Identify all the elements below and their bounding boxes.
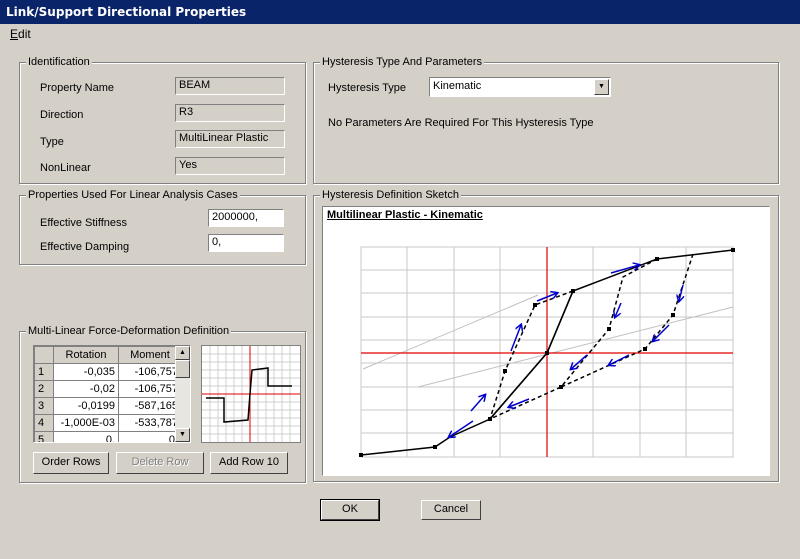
type-field: MultiLinear Plastic xyxy=(175,130,285,148)
table-row[interactable]: 4 -1,000E-03 -533,787 xyxy=(34,414,182,432)
scroll-thumb[interactable] xyxy=(175,360,190,378)
table-row[interactable]: 3 -0,0199 -587,165 xyxy=(34,397,182,415)
menu-bar: Edit xyxy=(0,24,800,44)
hysteresis-sketch-title: Hysteresis Definition Sketch xyxy=(320,189,461,201)
direction-field: R3 xyxy=(175,104,285,122)
effective-damping-input[interactable]: 0, xyxy=(208,234,284,252)
table-row[interactable]: 1 -0,035 -106,757 xyxy=(34,363,182,381)
hysteresis-type-group: Hysteresis Type And Parameters Hysteresi… xyxy=(313,56,779,184)
hysteresis-message: No Parameters Are Required For This Hyst… xyxy=(328,117,594,129)
ok-button[interactable]: OK xyxy=(320,499,380,521)
hysteresis-type-value: Kinematic xyxy=(433,80,482,92)
hysteresis-sketch-group: Hysteresis Definition Sketch Multilinear… xyxy=(313,189,779,482)
scroll-up-icon[interactable]: ▲ xyxy=(175,346,190,360)
chevron-down-icon[interactable]: ▼ xyxy=(594,79,609,95)
menu-edit[interactable]: Edit xyxy=(10,27,31,41)
direction-label: Direction xyxy=(40,109,84,121)
hysteresis-sketch-panel: Multilinear Plastic - Kinematic xyxy=(322,206,770,476)
effective-damping-label: Effective Damping xyxy=(40,241,130,253)
add-row-button[interactable]: Add Row 10 xyxy=(210,452,288,474)
nonlinear-field: Yes xyxy=(175,157,285,175)
effective-stiffness-label: Effective Stiffness xyxy=(40,217,128,229)
col-moment[interactable]: Moment xyxy=(118,346,182,364)
effective-stiffness-input[interactable]: 2000000, xyxy=(208,209,284,227)
hysteresis-type-title: Hysteresis Type And Parameters xyxy=(320,56,484,68)
identification-title: Identification xyxy=(26,56,92,68)
identification-group: Identification Property Name BEAM Direct… xyxy=(19,56,306,184)
delete-row-button[interactable]: Delete Row xyxy=(116,452,204,474)
linear-properties-group: Properties Used For Linear Analysis Case… xyxy=(19,189,306,265)
order-rows-button[interactable]: Order Rows xyxy=(33,452,109,474)
type-label: Type xyxy=(40,136,64,148)
col-rotation[interactable]: Rotation xyxy=(53,346,119,364)
property-name-label: Property Name xyxy=(40,82,114,94)
table-scrollbar[interactable]: ▲ ▼ xyxy=(175,346,190,442)
force-deformation-table: Rotation Moment 1 -0,035 -106,757 2 -0,02 -1… xyxy=(34,346,182,442)
cancel-button[interactable]: Cancel xyxy=(421,500,481,520)
property-name-field: BEAM xyxy=(175,77,285,95)
table-row[interactable]: 5 0, 0, xyxy=(34,431,182,442)
force-deformation-grid[interactable]: Rotation Moment 1 -0,035 -106,757 2 -0,02 -1… xyxy=(33,345,191,443)
scroll-down-icon[interactable]: ▼ xyxy=(175,428,190,442)
title-bar: Link/Support Directional Properties xyxy=(0,0,800,24)
window-title: Link/Support Directional Properties xyxy=(6,5,247,19)
hysteresis-type-label: Hysteresis Type xyxy=(328,82,407,94)
multilinear-group: Multi-Linear Force-Deformation Definitio… xyxy=(19,325,306,483)
hysteresis-type-select[interactable]: Kinematic ▼ xyxy=(429,77,611,97)
table-row[interactable]: 2 -0,02 -106,757 xyxy=(34,380,182,398)
force-deformation-thumbnail xyxy=(201,345,301,443)
nonlinear-label: NonLinear xyxy=(40,162,91,174)
linear-properties-title: Properties Used For Linear Analysis Case… xyxy=(26,189,240,201)
multilinear-title: Multi-Linear Force-Deformation Definitio… xyxy=(26,325,232,337)
load-direction-arrows xyxy=(449,265,683,437)
hysteresis-sketch xyxy=(359,246,735,458)
